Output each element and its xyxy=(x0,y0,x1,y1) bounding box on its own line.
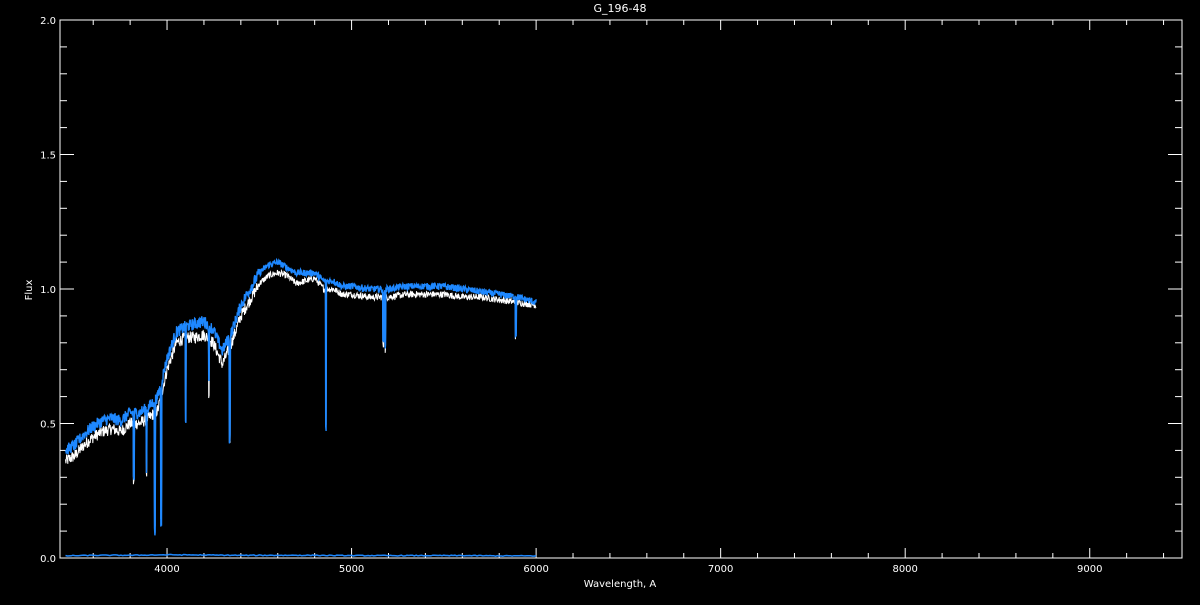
x-tick-label: 7000 xyxy=(708,564,733,575)
y-tick-label: 0.5 xyxy=(40,420,56,431)
y-tick-label: 2.0 xyxy=(40,16,56,27)
x-tick-label: 6000 xyxy=(523,564,548,575)
spectrum-chart: G_196-48 Flux Wavelength, A 4000 5000 6000… xyxy=(0,0,1200,600)
x-tick-label: 9000 xyxy=(1077,564,1102,575)
x-tick-label: 5000 xyxy=(339,564,364,575)
y-tick-label: 1.0 xyxy=(40,285,56,296)
y-axis-label: Flux xyxy=(24,280,35,301)
y-tick-label: 0.0 xyxy=(40,554,56,565)
plot-background xyxy=(0,0,1200,600)
x-tick-label: 8000 xyxy=(892,564,917,575)
x-axis-label: Wavelength, A xyxy=(584,579,657,590)
y-tick-label: 1.5 xyxy=(40,151,56,162)
chart-title: G_196-48 xyxy=(594,2,647,15)
x-tick-label: 4000 xyxy=(154,564,179,575)
